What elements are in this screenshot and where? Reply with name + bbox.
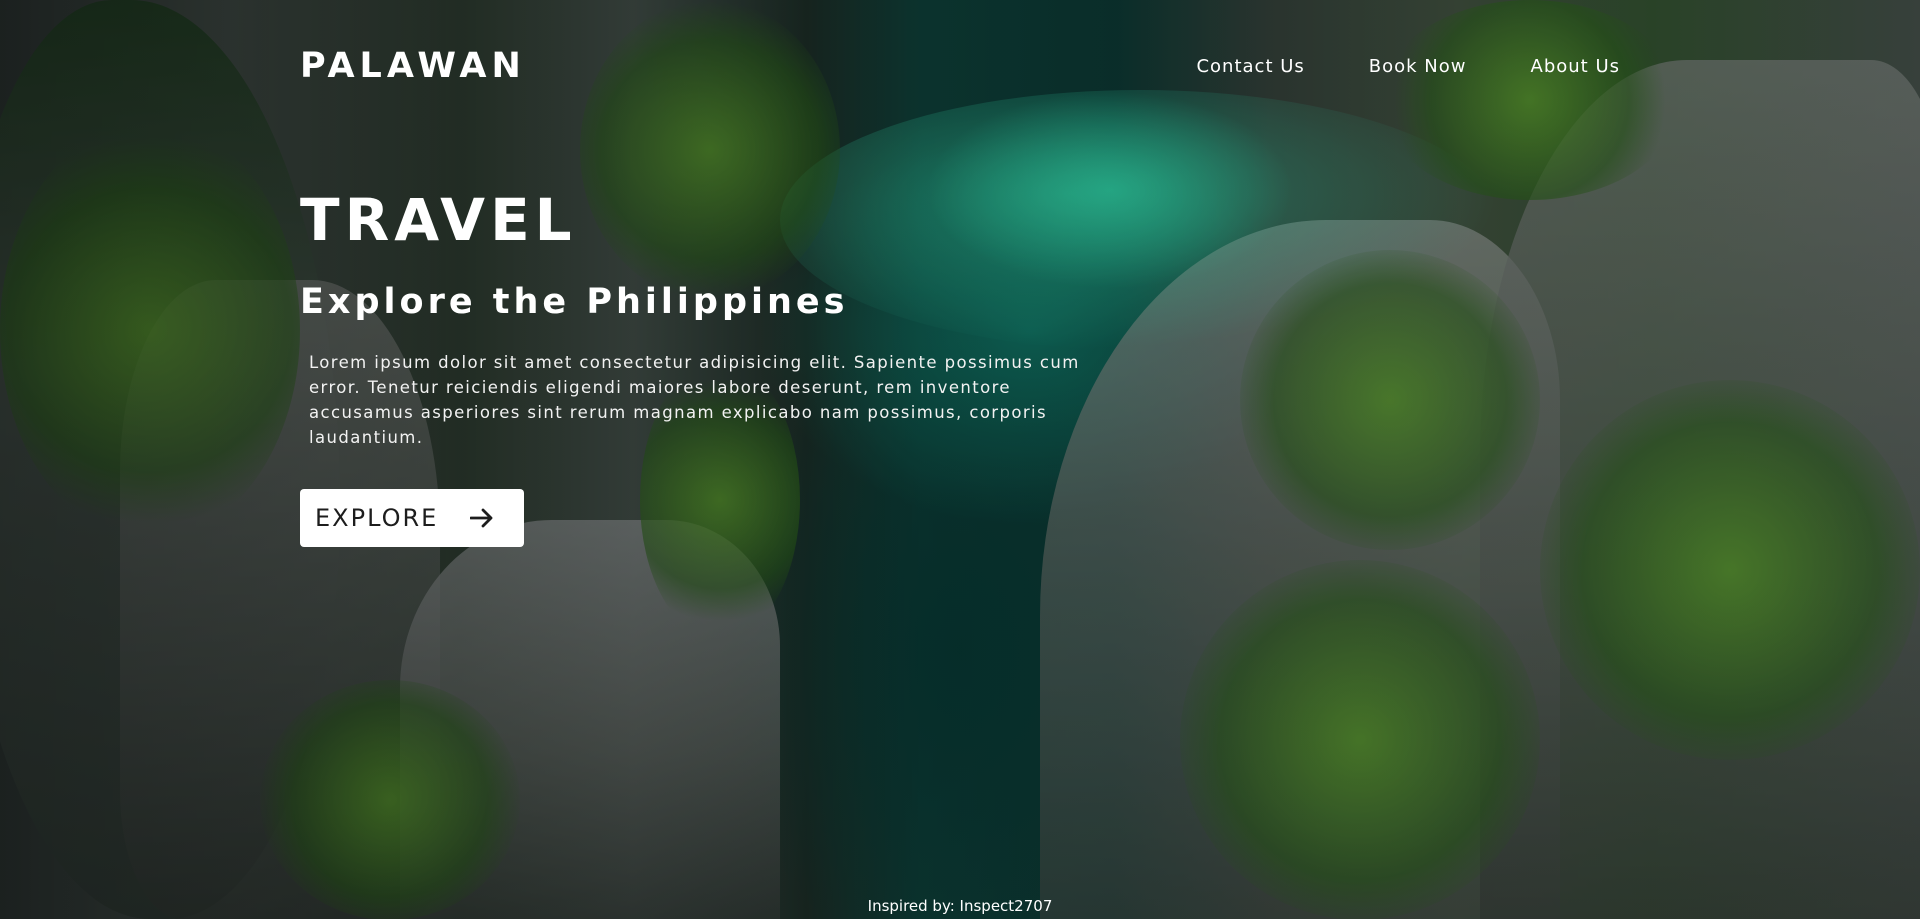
hero-subheadline: Explore the Philippines bbox=[300, 282, 849, 322]
background-overlay bbox=[0, 0, 1920, 919]
site-logo[interactable]: PALAWAN bbox=[300, 46, 526, 86]
main-nav: Contact Us Book Now About Us bbox=[1196, 56, 1620, 77]
nav-contact-us[interactable]: Contact Us bbox=[1196, 56, 1304, 77]
hero-background: PALAWAN Contact Us Book Now About Us TRA… bbox=[0, 0, 1920, 919]
footer-credit: Inspired by: Inspect2707 bbox=[867, 897, 1053, 915]
hero-headline: TRAVEL bbox=[300, 186, 577, 254]
explore-button[interactable]: EXPLORE bbox=[300, 489, 524, 547]
explore-button-label: EXPLORE bbox=[315, 504, 439, 532]
nav-book-now[interactable]: Book Now bbox=[1369, 56, 1467, 77]
hero-description: Lorem ipsum dolor sit amet consectetur a… bbox=[309, 353, 1080, 447]
nav-about-us[interactable]: About Us bbox=[1531, 56, 1621, 77]
arrow-right-icon bbox=[470, 508, 493, 528]
